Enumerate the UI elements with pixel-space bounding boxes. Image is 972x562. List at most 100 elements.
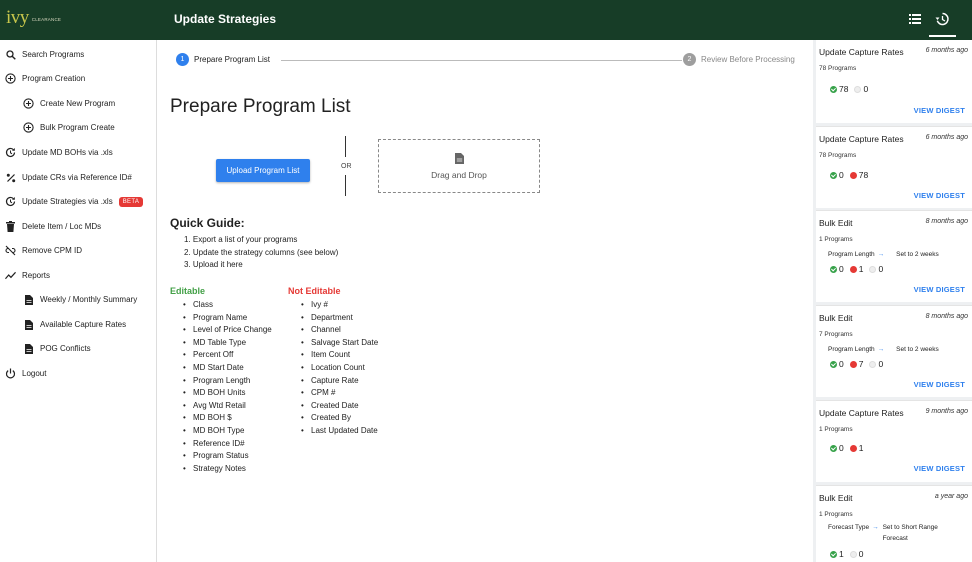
upload-program-list-button[interactable]: Upload Program List [216,159,310,182]
result-counts: 78 0 [830,84,874,94]
sidebar: Search Programs Program Creation Create … [0,40,157,562]
success-icon [830,171,837,179]
sidebar-item-program-creation[interactable]: Program Creation [5,73,85,84]
card-title: Bulk Edit [819,493,853,503]
list-item: Last Updated Date [311,425,378,438]
step-review-before-processing: 2 Review Before Processing [683,53,795,66]
success-icon [830,550,837,558]
list-item: Percent Off [193,349,272,362]
edit-change: Set to Short Range Forecast [882,524,938,542]
sidebar-item-create-new-program[interactable]: Create New Program [23,98,115,109]
sidebar-item-weekly-monthly-summary[interactable]: Weekly / Monthly Summary [23,294,137,305]
skipped-count: 0 [863,84,869,94]
list-item: MD BOH Units [193,387,272,400]
trend-icon [5,270,16,281]
sidebar-item-label: Weekly / Monthly Summary [40,295,138,304]
list-icon[interactable] [905,10,925,28]
sidebar-item-label: Bulk Program Create [40,123,115,132]
card-title: Update Capture Rates [819,408,904,418]
step-label: Review Before Processing [701,55,795,64]
card-program-count: 78 Programs [819,65,857,72]
skipped-count: 0 [878,359,884,369]
sidebar-item-update-md-bohs[interactable]: Update MD BOHs via .xls [5,147,113,158]
view-digest-link[interactable]: VIEW DIGEST [914,285,965,294]
card-time: 8 months ago [925,218,968,225]
edit-field: Forecast Type [828,524,870,531]
list-item: Strategy Notes [193,463,272,476]
arrow-right-icon: → [877,346,885,353]
quick-guide-steps: 1. Export a list of your programs 2. Upd… [184,234,338,272]
sidebar-item-search-programs[interactable]: Search Programs [5,49,84,60]
list-item: Program Name [193,312,272,325]
add-circle-icon [23,98,34,109]
list-item: Salvage Start Date [311,337,378,350]
sidebar-item-label: Update MD BOHs via .xls [22,148,113,157]
list-item: Item Count [311,349,378,362]
history-card: Update Capture Rates 6 months ago 78 Pro… [816,40,972,123]
history-icon[interactable] [932,10,952,28]
success-icon [830,85,837,93]
card-time: 6 months ago [925,134,968,141]
skipped-icon [849,550,857,558]
card-title: Update Capture Rates [819,47,904,57]
list-item: CPM # [311,387,378,400]
app-logo[interactable]: ivy CLEARANCE [6,8,62,27]
sidebar-item-delete-item-loc-mds[interactable]: Delete Item / Loc MDs [5,221,101,232]
card-time: 9 months ago [925,408,968,415]
edit-change: Set to 2 weeks [896,251,939,258]
add-circle-icon [23,122,34,133]
view-digest-link[interactable]: VIEW DIGEST [914,380,965,389]
power-icon [5,368,16,379]
sidebar-item-logout[interactable]: Logout [5,368,46,379]
history-card: Bulk Edit 8 months ago 1 Programs Progra… [816,210,972,302]
view-digest-link[interactable]: VIEW DIGEST [914,191,965,200]
guide-step: 3. Upload it here [184,260,243,269]
sidebar-item-update-crs[interactable]: Update CRs via Reference ID# [5,172,132,183]
sidebar-item-available-capture-rates[interactable]: Available Capture Rates [23,319,126,330]
list-item: MD BOH Type [193,425,272,438]
sidebar-item-label: POG Conflicts [40,344,91,353]
list-item: Reference ID# [193,438,272,451]
card-program-count: 1 Programs [819,426,853,433]
view-digest-link[interactable]: VIEW DIGEST [914,464,965,473]
logo-subtext: CLEARANCE [31,17,62,22]
percent-icon [5,172,16,183]
step-prepare-program-list: 1 Prepare Program List [176,53,270,66]
quick-guide-title: Quick Guide: [170,216,245,230]
sidebar-item-label: Logout [22,369,47,378]
history-card: Bulk Edit 8 months ago 7 Programs Progra… [816,305,972,397]
main-content: 1 Prepare Program List 2 Review Before P… [157,40,813,562]
result-counts: 0 1 [830,443,869,453]
sidebar-item-reports[interactable]: Reports [5,270,50,281]
add-circle-icon [5,73,16,84]
list-item: MD BOH $ [193,412,272,425]
history-card: Update Capture Rates 6 months ago 78 Pro… [816,126,972,208]
sidebar-item-bulk-program-create[interactable]: Bulk Program Create [23,122,115,133]
sidebar-item-label: Create New Program [40,99,116,108]
failure-count: 7 [858,359,864,369]
history-panel: Update Capture Rates 6 months ago 78 Pro… [813,40,972,562]
skipped-count: 0 [858,549,864,559]
list-item: Program Length [193,375,272,388]
drag-and-drop-zone[interactable]: Drag and Drop [378,139,540,193]
sidebar-item-pog-conflicts[interactable]: POG Conflicts [23,343,91,354]
card-time: 8 months ago [925,313,968,320]
list-item: Capture Rate [311,375,378,388]
search-icon [5,49,16,60]
top-bar: ivy CLEARANCE Update Strategies [0,0,972,40]
sidebar-item-remove-cpm-id[interactable]: Remove CPM ID [5,245,82,256]
success-count: 0 [839,264,844,274]
not-editable-list: Ivy # Department Channel Salvage Start D… [311,299,378,438]
success-icon [830,444,837,452]
trash-icon [5,221,16,232]
page-title: Prepare Program List [170,96,351,117]
view-digest-link[interactable]: VIEW DIGEST [914,106,965,115]
list-item: Created By [311,412,378,425]
sidebar-item-update-strategies[interactable]: Update Strategies via .xls BETA [5,196,144,207]
failure-icon [849,444,857,452]
divider [345,175,346,196]
history-card: Bulk Edit a year ago 1 Programs Forecast… [816,485,972,562]
result-counts: 0 1 0 [830,264,889,274]
card-time: a year ago [934,493,968,500]
edit-field: Program Length [828,346,875,353]
